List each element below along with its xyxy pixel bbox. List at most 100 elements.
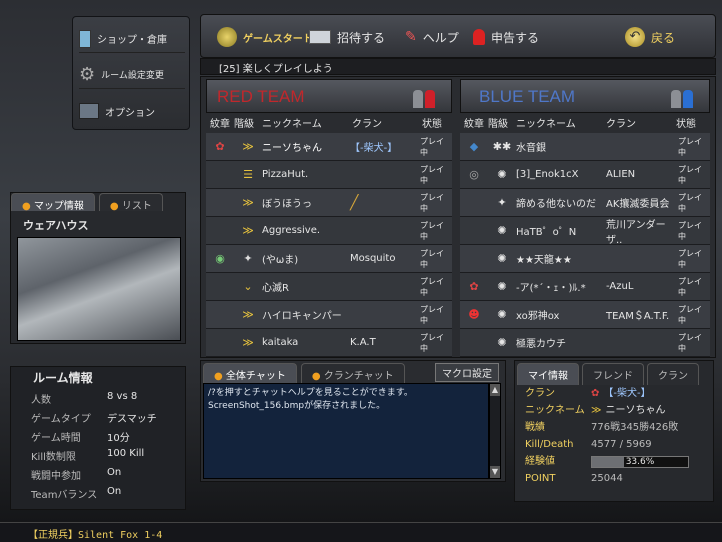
red-player-list: ✿ ≫ ニーソちゃん 【-柴犬-】 プレイ中 ☰ PizzaHut. プレイ中 … — [206, 133, 452, 357]
table-row[interactable]: ✦ 諦める他ないのだ AK攘滅委員会 プレイ中 — [460, 189, 710, 217]
rank-icon: ≫ — [242, 336, 254, 349]
player-name: (やωま) — [262, 255, 299, 266]
player-name: ニーソちゃん — [262, 143, 322, 154]
tab-map-info[interactable]: ● マップ情報 — [11, 193, 95, 212]
player-name: 極悪カウチ — [516, 339, 566, 350]
table-row[interactable]: ✺ ★★天龍★★ プレイ中 — [460, 245, 710, 273]
info-label: Kill数制限 — [31, 452, 76, 463]
back-button[interactable]: ↶ 戻る — [625, 23, 675, 51]
invite-button[interactable]: 招待する — [309, 23, 385, 51]
swap-team-icon[interactable] — [671, 86, 701, 108]
room-settings-button[interactable]: ⚙ ルーム設定変更 — [79, 61, 185, 89]
table-row[interactable]: ✺ 極悪カウチ プレイ中 — [460, 329, 710, 357]
map-info-panel: ● マップ情報 ● リスト ウェアハウス — [10, 192, 186, 344]
tab-map-info-label: マップ情報 — [33, 201, 84, 212]
rank-icon: ✺ — [497, 280, 507, 293]
rank-icon: ✺ — [497, 224, 507, 237]
bullet-icon: ╱ — [350, 194, 359, 211]
chat-scrollbar[interactable]: ▲ ▼ — [489, 383, 501, 479]
emblem-icon: ☻ — [468, 308, 480, 321]
table-row[interactable]: ◉ ✦ (やωま) Mosquito プレイ中 — [206, 245, 452, 273]
rank-icon: ≫ — [242, 196, 254, 209]
invite-label: 招待する — [337, 30, 386, 45]
table-row[interactable]: ≫ ぼうほうっ ╱ プレイ中 — [206, 189, 452, 217]
swap-team-icon[interactable] — [413, 86, 443, 108]
player-status: プレイ中 — [420, 136, 444, 157]
scroll-up-icon[interactable]: ▲ — [490, 384, 500, 396]
header-nickname: ニックネーム — [262, 119, 322, 130]
back-arrow-icon: ↶ — [625, 27, 645, 47]
envelope-icon — [309, 30, 331, 44]
game-start-button[interactable]: ゲームスタート — [217, 23, 313, 51]
player-name: -ア(*´・ｪ・)ﾙ.* — [516, 283, 586, 294]
table-row[interactable]: ◎ ✺ [3]_Enok1cX ALIEN プレイ中 — [460, 161, 710, 189]
tab-clan-chat[interactable]: ● クランチャット — [300, 363, 405, 385]
blue-team-header: BLUE TEAM — [460, 79, 710, 113]
back-label: 戻る — [651, 30, 676, 45]
table-row[interactable]: ≫ ハイロキャンパー プレイ中 — [206, 301, 452, 329]
exp-bar: 33.6% — [591, 455, 689, 468]
player-clan: 荒川アンダーザ.. — [606, 219, 666, 246]
table-row[interactable]: ✿ ≫ ニーソちゃん 【-柴犬-】 プレイ中 — [206, 133, 452, 161]
player-status: プレイ中 — [678, 304, 702, 325]
player-clan: -AzuL — [606, 281, 634, 292]
info-value: 10分 — [107, 433, 130, 444]
chat-line: ScreenShot_156.bmpが保存されました。 — [208, 401, 386, 411]
scroll-down-icon[interactable]: ▼ — [490, 466, 500, 478]
record-value: 776戦345勝426敗 — [591, 422, 679, 433]
left-menu: ショップ・倉庫 ⚙ ルーム設定変更 オプション — [72, 16, 190, 130]
blue-column-headers: 紋章 階級 ニックネーム クラン 状態 — [460, 115, 710, 131]
rank-icon: ☰ — [243, 168, 253, 181]
info-value: デスマッチ — [107, 414, 157, 425]
tab-my-info[interactable]: マイ情報 — [517, 363, 579, 385]
tab-all-chat[interactable]: ● 全体チャット — [203, 363, 297, 385]
rank-icon: ✺ — [497, 308, 507, 321]
rank-icon: ≫ — [242, 224, 254, 237]
options-button[interactable]: オプション — [79, 97, 185, 125]
room-info-panel: ルーム情報 人数 8 vs 8 ゲームタイプ デスマッチ ゲーム時間 10分 Kill… — [10, 366, 186, 510]
player-rank-label: 【正規兵】Silent Fox 1-4 — [28, 530, 163, 541]
my-info-panel: マイ情報 フレンド クラン クラン ✿ 【-柴犬-】 ニックネーム ≫ ニーソちゃん 戦… — [514, 360, 714, 502]
table-row[interactable]: ◆ ✱✱ 水音銀 プレイ中 — [460, 133, 710, 161]
point-value: 25044 — [591, 473, 623, 484]
macro-settings-button[interactable]: マクロ設定 — [435, 363, 499, 382]
helmet-icon — [217, 27, 237, 47]
player-name: kaitaka — [262, 337, 299, 348]
point-label: POINT — [525, 473, 556, 484]
player-name: xo邪神ox — [516, 311, 560, 322]
table-row[interactable]: ✺ HaTB゜o゜N 荒川アンダーザ.. プレイ中 — [460, 217, 710, 246]
kd-value: 4577 / 5969 — [591, 439, 652, 450]
map-preview — [17, 237, 181, 341]
clan-emblem-icon: ✿ — [591, 388, 600, 399]
table-row[interactable]: ≫ Aggressive. プレイ中 — [206, 217, 452, 245]
player-status: プレイ中 — [420, 332, 444, 353]
tab-all-chat-label: 全体チャット — [225, 371, 286, 382]
table-row[interactable]: ☻ ✺ xo邪神ox TEAM＄A.T.F. プレイ中 — [460, 301, 710, 329]
player-clan: Mosquito — [350, 253, 396, 264]
red-team-panel: RED TEAM 紋章 階級 ニックネーム クラン 状態 ✿ ≫ ニーソちゃん … — [206, 79, 452, 357]
red-team-header: RED TEAM — [206, 79, 452, 113]
player-status: プレイ中 — [420, 164, 444, 185]
table-row[interactable]: ≫ kaitaka K.A.T プレイ中 — [206, 329, 452, 357]
help-button[interactable]: ✎ ヘルプ — [405, 23, 459, 51]
info-value: On — [107, 486, 122, 497]
emblem-icon: ✿ — [215, 140, 225, 153]
player-status: プレイ中 — [420, 276, 444, 297]
player-status: プレイ中 — [678, 220, 702, 241]
shop-button[interactable]: ショップ・倉庫 — [79, 25, 185, 53]
info-value: 8 vs 8 — [107, 391, 138, 402]
table-row[interactable]: ✿ ✺ -ア(*´・ｪ・)ﾙ.* -AzuL プレイ中 — [460, 273, 710, 301]
siren-icon — [473, 29, 485, 45]
record-label: 戦績 — [525, 422, 545, 433]
info-label: ゲームタイプ — [31, 414, 91, 425]
header-emblem: 紋章 — [464, 119, 484, 130]
table-row[interactable]: ⌄ 心滅R プレイ中 — [206, 273, 452, 301]
kd-label: Kill/Death — [525, 439, 574, 450]
room-title-bar: [25] 楽しくプレイしよう — [200, 58, 716, 75]
table-row[interactable]: ☰ PizzaHut. プレイ中 — [206, 161, 452, 189]
tab-friends[interactable]: フレンド — [582, 363, 644, 385]
report-button[interactable]: 申告する — [473, 23, 539, 51]
tab-list[interactable]: ● リスト — [98, 193, 163, 212]
player-name: ハイロキャンパー — [262, 311, 342, 322]
tab-clan[interactable]: クラン — [647, 363, 699, 385]
